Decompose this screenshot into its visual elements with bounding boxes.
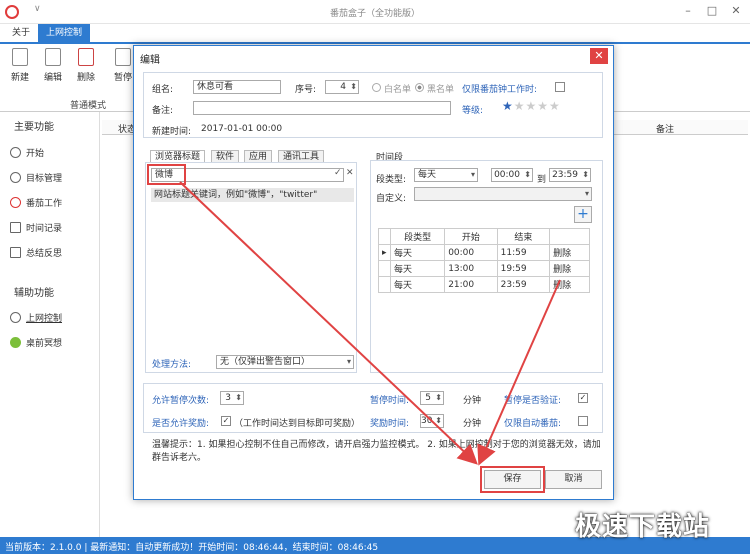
status-text: 当前版本：2.1.0.0 | 最新通知：自动更新成功！开始时间：08:46:44… bbox=[5, 543, 379, 553]
watermark: 极速下载站 bbox=[575, 512, 711, 542]
arrow-to-save-2 bbox=[477, 279, 561, 466]
annotation-arrows bbox=[179, 181, 561, 466]
arrow-to-save-1 bbox=[179, 181, 478, 465]
